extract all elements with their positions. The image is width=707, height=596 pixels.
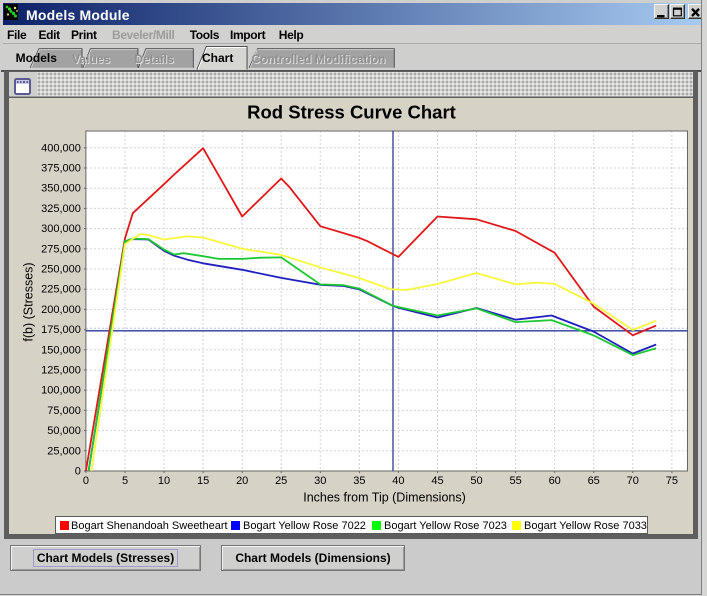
svg-text:175,000: 175,000 <box>41 324 81 336</box>
svg-text:5: 5 <box>122 475 128 487</box>
svg-text:Inches from Tip (Dimensions): Inches from Tip (Dimensions) <box>303 491 466 505</box>
svg-text:10: 10 <box>158 475 170 487</box>
svg-text:100,000: 100,000 <box>41 385 81 397</box>
svg-text:25: 25 <box>275 475 287 487</box>
svg-text:15: 15 <box>197 475 209 487</box>
svg-text:225,000: 225,000 <box>41 284 81 296</box>
svg-text:40: 40 <box>392 475 404 487</box>
svg-text:35: 35 <box>353 475 365 487</box>
svg-text:20: 20 <box>236 475 248 487</box>
svg-text:150,000: 150,000 <box>41 344 81 356</box>
svg-text:250,000: 250,000 <box>41 264 81 276</box>
svg-text:0: 0 <box>75 466 81 478</box>
svg-text:325,000: 325,000 <box>41 203 81 215</box>
svg-text:45: 45 <box>431 475 443 487</box>
svg-text:25,000: 25,000 <box>47 445 81 457</box>
svg-text:375,000: 375,000 <box>41 163 81 175</box>
svg-text:0: 0 <box>83 475 89 487</box>
svg-text:55: 55 <box>509 475 521 487</box>
svg-text:75,000: 75,000 <box>47 405 81 417</box>
svg-text:50,000: 50,000 <box>47 425 81 437</box>
svg-text:65: 65 <box>588 475 600 487</box>
svg-text:300,000: 300,000 <box>41 223 81 235</box>
svg-text:60: 60 <box>549 475 561 487</box>
svg-text:30: 30 <box>314 475 326 487</box>
svg-text:75: 75 <box>666 475 678 487</box>
svg-text:125,000: 125,000 <box>41 365 81 377</box>
svg-text:400,000: 400,000 <box>41 142 81 154</box>
svg-text:f(b) (Stresses): f(b) (Stresses) <box>22 262 36 341</box>
svg-text:50: 50 <box>470 475 482 487</box>
svg-text:350,000: 350,000 <box>41 183 81 195</box>
svg-text:70: 70 <box>627 475 639 487</box>
svg-text:275,000: 275,000 <box>41 243 81 255</box>
svg-text:Rod Stress Curve Chart: Rod Stress Curve Chart <box>247 102 456 123</box>
svg-text:200,000: 200,000 <box>41 304 81 316</box>
